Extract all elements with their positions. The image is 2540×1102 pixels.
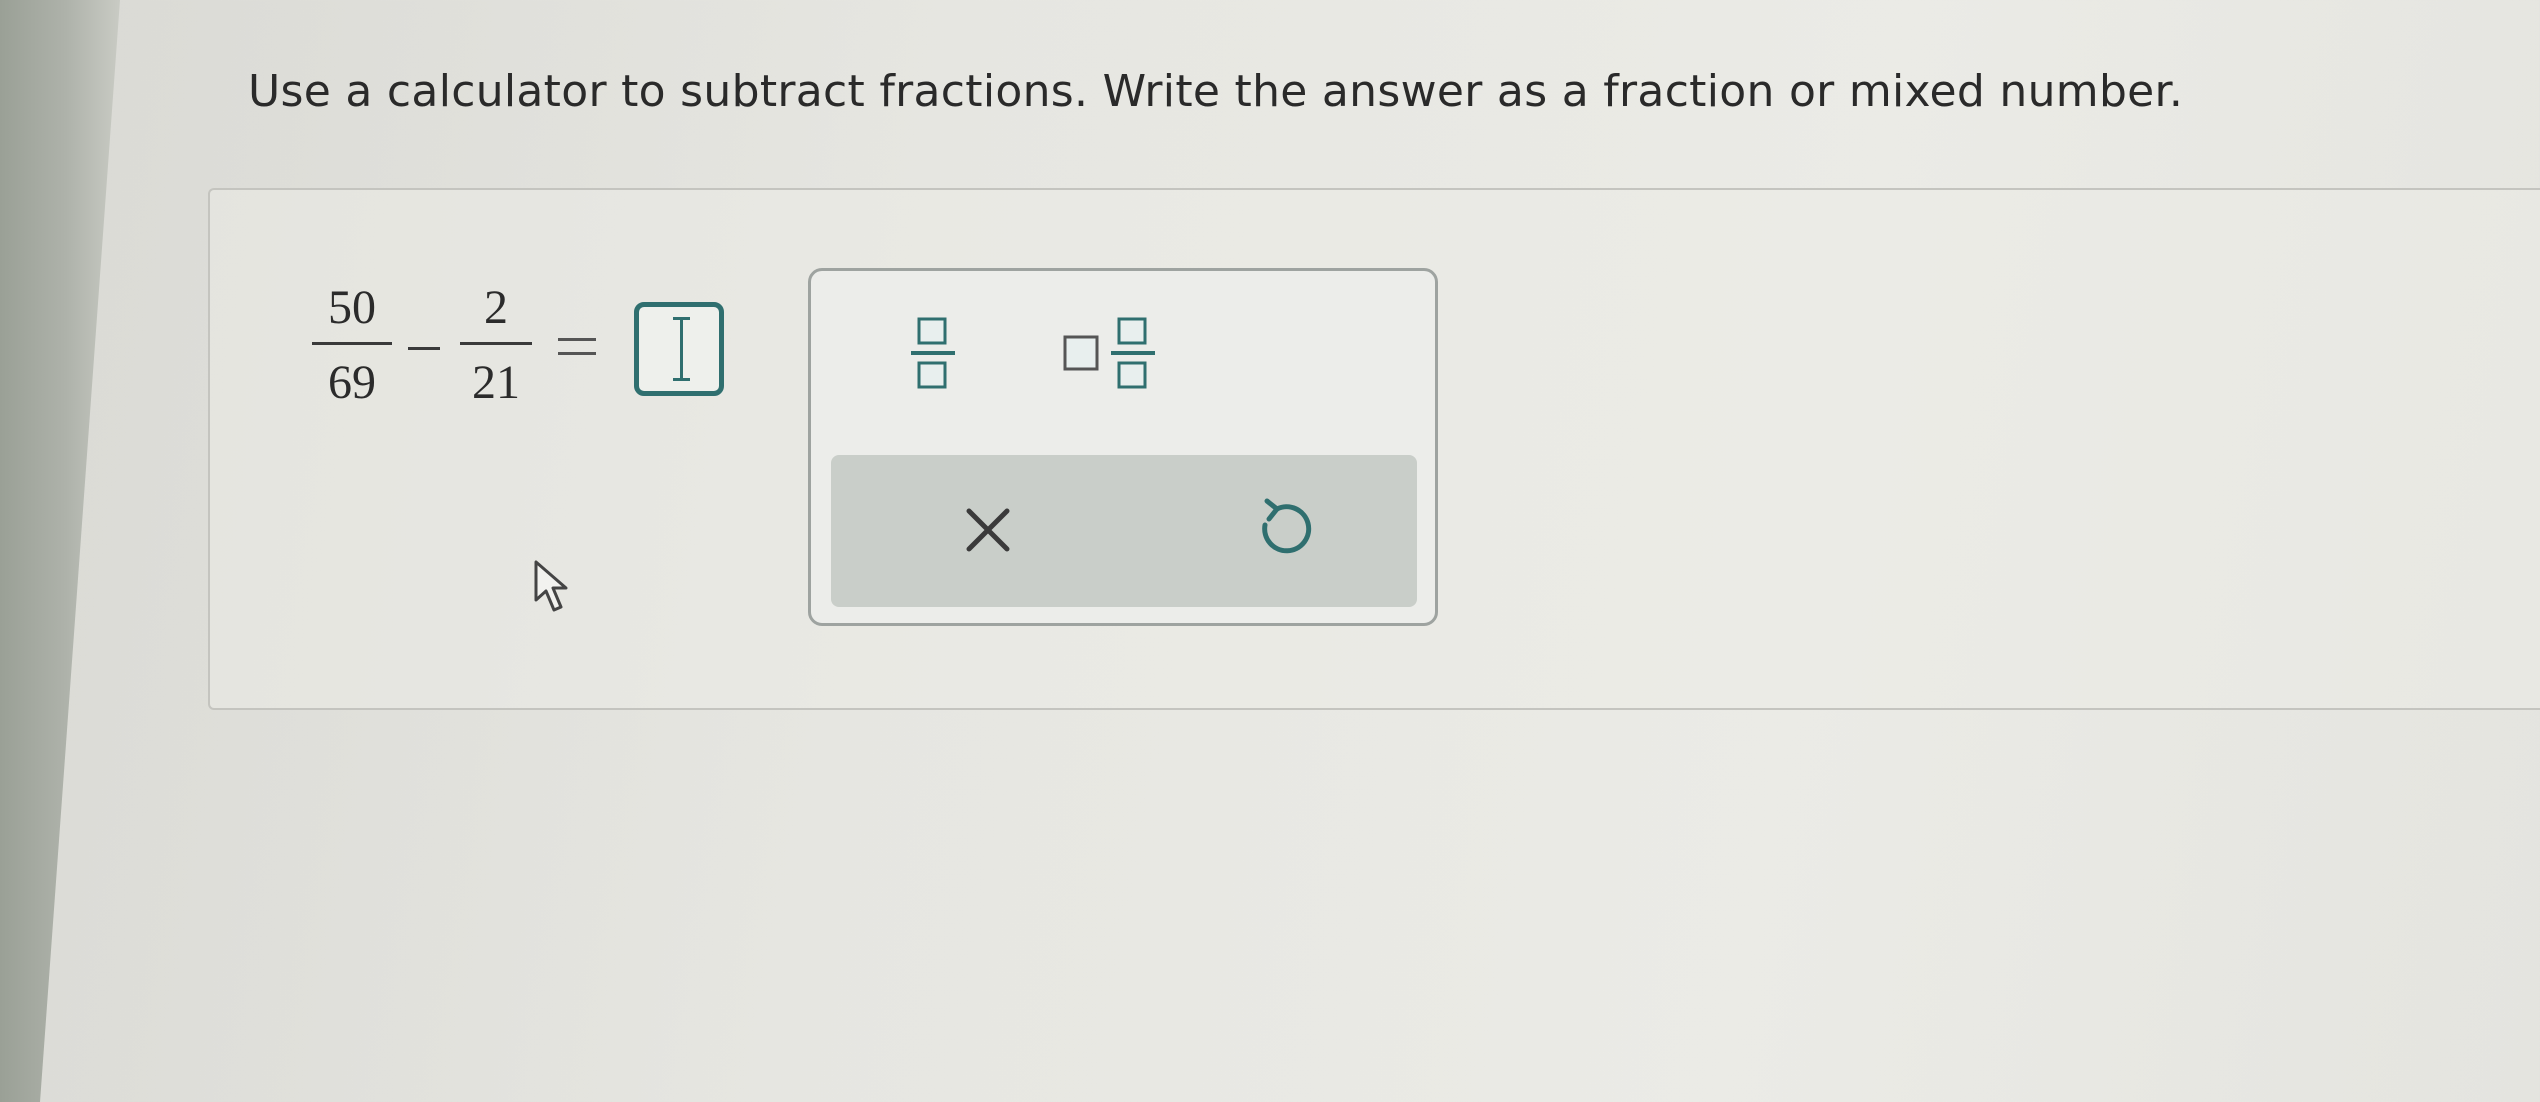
undo-button[interactable]: [1239, 485, 1329, 575]
text-cursor-icon: [673, 317, 690, 381]
denominator: 69: [328, 356, 376, 409]
fraction-2-21: 2 21: [460, 280, 532, 411]
fraction-icon: [911, 317, 955, 389]
equals-sign: [558, 338, 596, 356]
fraction-bar: [460, 342, 532, 345]
minus-sign: [408, 347, 440, 350]
screen-bezel: [0, 0, 120, 1102]
x-icon: [966, 508, 1010, 552]
mixed-number-icon: [1063, 317, 1155, 389]
answer-input[interactable]: [634, 302, 724, 396]
clear-button[interactable]: [943, 485, 1033, 575]
question-instruction: Use a calculator to subtract fractions. …: [248, 66, 2184, 117]
mouse-pointer-icon: [534, 560, 568, 612]
undo-icon: [1262, 498, 1312, 554]
numerator: 2: [484, 281, 508, 334]
fraction-50-69: 50 69: [312, 280, 392, 411]
denominator: 21: [472, 356, 520, 409]
fraction-button[interactable]: [893, 313, 973, 393]
mixed-number-button[interactable]: [1061, 313, 1171, 393]
numerator: 50: [328, 281, 376, 334]
action-bar: [831, 455, 1417, 607]
math-toolbox: [808, 268, 1438, 626]
fraction-bar: [312, 342, 392, 345]
